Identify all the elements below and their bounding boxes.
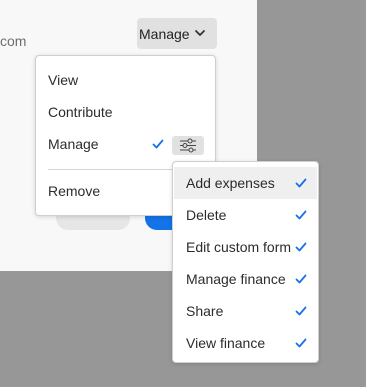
permissions-submenu: Add expenses Delete Edit custom form Man…	[172, 161, 319, 363]
permission-item-label: Add expenses	[186, 175, 275, 191]
role-menu-item-label: Manage	[48, 136, 99, 152]
permission-item-label: Edit custom form	[186, 239, 292, 255]
sliders-icon	[180, 138, 196, 153]
chevron-down-icon	[195, 30, 205, 36]
checkmark-icon	[295, 274, 307, 284]
permission-item-view-finance[interactable]: View finance	[174, 327, 317, 359]
checkmark-icon	[295, 210, 307, 220]
permission-item-edit-custom-form[interactable]: Edit custom form	[174, 231, 317, 263]
role-menu-item-label: View	[48, 72, 79, 88]
checkmark-icon	[295, 306, 307, 316]
role-menu-item-contribute[interactable]: Contribute	[36, 98, 215, 126]
role-menu-item-label: Contribute	[48, 104, 113, 120]
member-email-fragment: com	[0, 33, 27, 49]
permission-item-label: Manage finance	[186, 271, 286, 287]
permission-item-label: Delete	[186, 207, 227, 223]
role-dropdown-value: Manage	[139, 25, 190, 42]
permission-item-delete[interactable]: Delete	[174, 199, 317, 231]
permission-item-add-expenses[interactable]: Add expenses	[174, 167, 317, 199]
permission-item-label: View finance	[186, 335, 266, 351]
checkmark-icon	[295, 338, 307, 348]
permission-item-share[interactable]: Share	[174, 295, 317, 327]
checkmark-icon	[152, 139, 164, 149]
manage-permissions-button[interactable]	[172, 136, 204, 155]
permission-item-manage-finance[interactable]: Manage finance	[174, 263, 317, 295]
role-menu-item-view[interactable]: View	[36, 66, 215, 94]
role-dropdown-button[interactable]: Manage	[137, 18, 217, 49]
permission-item-label: Share	[186, 303, 224, 319]
role-menu-item-label: Remove	[48, 183, 101, 199]
checkmark-icon	[295, 178, 307, 188]
checkmark-icon	[295, 242, 307, 252]
